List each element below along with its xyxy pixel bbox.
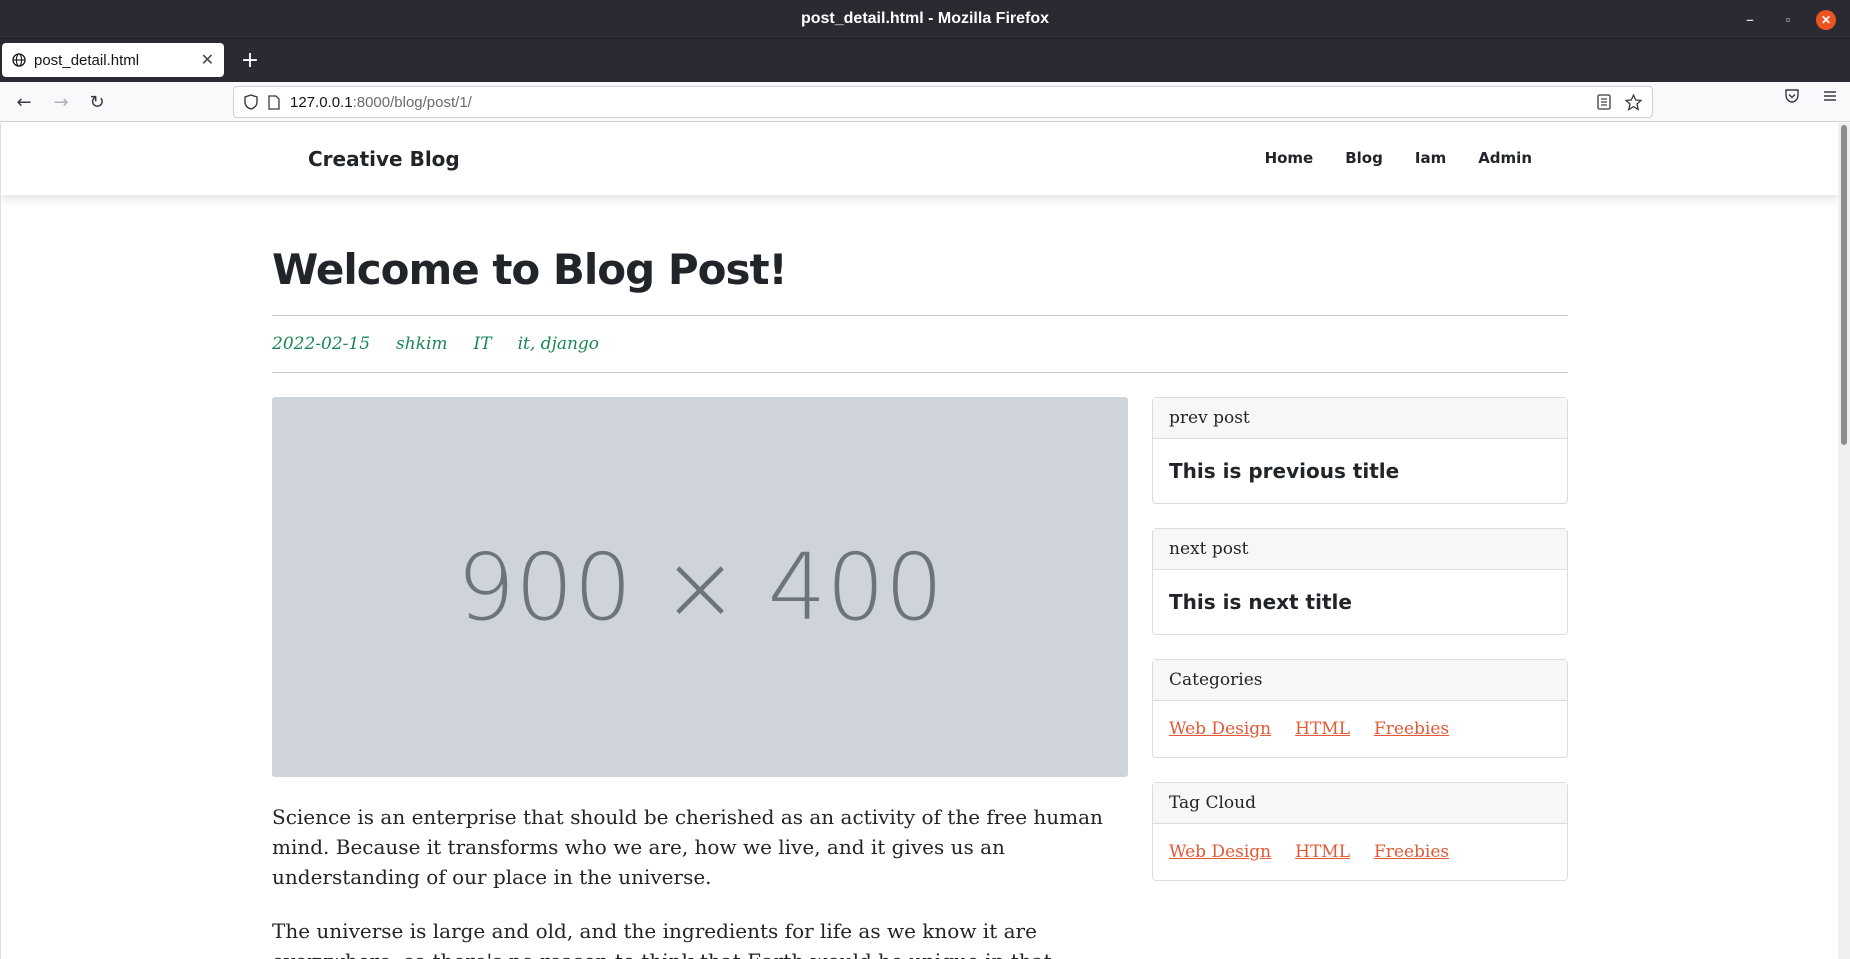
bookmark-star-icon[interactable]	[1625, 93, 1642, 111]
post-meta: 2022-02-15 shkim IT it, django	[272, 334, 599, 354]
close-window-button[interactable]: ✕	[1816, 9, 1836, 30]
prev-post-card: prev post This is previous title	[1152, 397, 1568, 504]
shield-icon[interactable]	[244, 94, 258, 110]
menu-icon[interactable]	[1822, 88, 1838, 104]
window-controls: – ▫ ✕	[1740, 0, 1836, 39]
category-link[interactable]: Freebies	[1374, 719, 1449, 739]
prev-post-link[interactable]: This is previous title	[1153, 439, 1567, 503]
tag-link[interactable]: HTML	[1295, 842, 1350, 862]
page-viewport: Creative Blog Home Blog Iam Admin Welcom…	[0, 123, 1838, 959]
menu-blog[interactable]: Blog	[1345, 149, 1383, 167]
page-scrollbar[interactable]	[1838, 123, 1850, 959]
post-paragraph: Science is an enterprise that should be …	[272, 805, 1103, 889]
tag-link[interactable]: Freebies	[1374, 842, 1449, 862]
navigation-toolbar: ← → ↻ 127.0.0.1:8000/blog/post/1/	[0, 82, 1850, 122]
tag-cloud-card: Tag Cloud Web Design HTML Freebies	[1152, 782, 1568, 881]
divider	[272, 315, 1568, 316]
url-bar-actions	[1597, 87, 1642, 117]
url-path: :8000/blog/post/1/	[352, 93, 472, 111]
categories-links: Web Design HTML Freebies	[1153, 701, 1567, 757]
post-author: shkim	[396, 334, 448, 354]
category-link[interactable]: HTML	[1295, 719, 1350, 739]
tab-post-detail[interactable]: post_detail.html ✕	[2, 43, 224, 77]
url-host: 127.0.0.1	[290, 93, 353, 111]
reader-view-icon[interactable]	[1597, 94, 1611, 110]
tab-strip: post_detail.html ✕ +	[0, 39, 1850, 82]
page-icon[interactable]	[268, 94, 280, 110]
scrollbar-thumb[interactable]	[1841, 125, 1847, 445]
menu-home[interactable]: Home	[1265, 149, 1314, 167]
card-header: prev post	[1153, 398, 1567, 439]
url-bar[interactable]: 127.0.0.1:8000/blog/post/1/	[233, 86, 1653, 118]
forward-button[interactable]: →	[47, 88, 75, 116]
window-title: post_detail.html - Mozilla Firefox	[800, 10, 1050, 27]
post-date: 2022-02-15	[272, 334, 371, 354]
card-header: Tag Cloud	[1153, 783, 1567, 824]
divider	[272, 372, 1568, 373]
back-button[interactable]: ←	[10, 88, 38, 116]
post-paragraph: The universe is large and old, and the i…	[272, 919, 1052, 959]
categories-card: Categories Web Design HTML Freebies	[1152, 659, 1568, 758]
pocket-icon[interactable]	[1784, 88, 1800, 104]
reload-button[interactable]: ↻	[83, 88, 111, 116]
category-link[interactable]: Web Design	[1169, 719, 1271, 739]
minimize-button[interactable]: –	[1740, 10, 1760, 30]
new-tab-button[interactable]: +	[236, 46, 264, 74]
card-header: next post	[1153, 529, 1567, 570]
site-menu: Home Blog Iam Admin	[1265, 149, 1532, 167]
tag-link[interactable]: Web Design	[1169, 842, 1271, 862]
next-post-link[interactable]: This is next title	[1153, 570, 1567, 634]
site-brand[interactable]: Creative Blog	[308, 147, 460, 171]
menu-admin[interactable]: Admin	[1478, 149, 1532, 167]
tab-title: post_detail.html	[34, 51, 140, 69]
menu-iam[interactable]: Iam	[1415, 149, 1446, 167]
window-titlebar: post_detail.html - Mozilla Firefox – ▫ ✕	[0, 0, 1850, 39]
post-category: IT	[473, 334, 492, 354]
next-post-card: next post This is next title	[1152, 528, 1568, 635]
tag-cloud-links: Web Design HTML Freebies	[1153, 824, 1567, 880]
post-title: Welcome to Blog Post!	[272, 245, 788, 294]
toolbar-right	[1784, 88, 1838, 104]
post-image-placeholder: 900 × 400	[272, 397, 1128, 777]
maximize-button[interactable]: ▫	[1778, 10, 1798, 30]
tab-close-icon[interactable]: ✕	[201, 50, 214, 70]
globe-icon	[12, 53, 26, 67]
site-header: Creative Blog Home Blog Iam Admin	[1, 123, 1838, 195]
card-header: Categories	[1153, 660, 1567, 701]
image-size-label: 900 × 400	[456, 533, 944, 641]
post-tags: it, django	[517, 334, 600, 354]
